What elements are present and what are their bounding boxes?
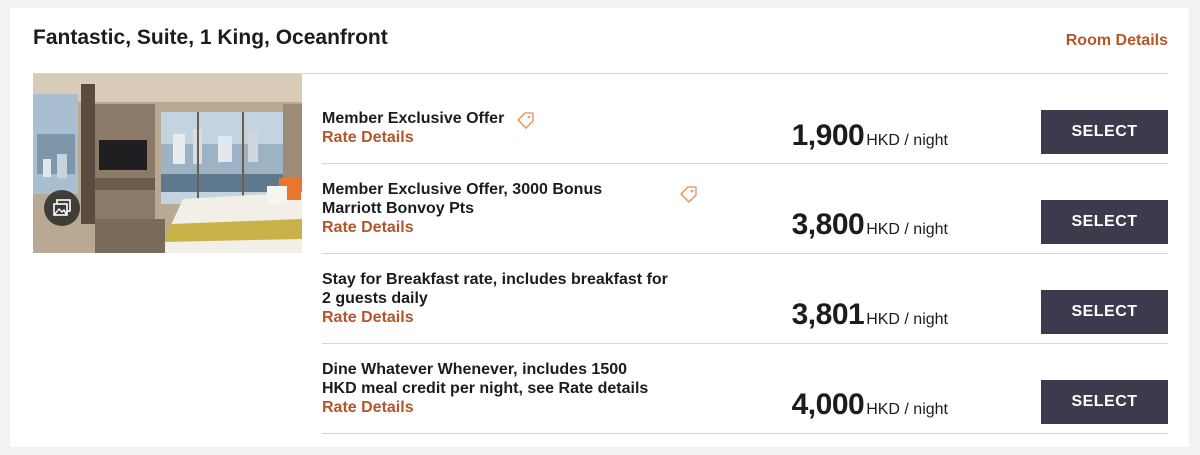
rate-info: Member Exclusive Offer Rate Details <box>322 109 692 147</box>
select-button[interactable]: SELECT <box>1041 380 1168 424</box>
price-amount: 3,800 <box>791 208 865 241</box>
tag-icon <box>680 186 697 203</box>
price-unit: HKD / night <box>866 132 948 149</box>
price-amount: 3,801 <box>791 298 865 331</box>
rate-name: Member Exclusive Offer, 3000 Bonus <box>322 181 603 198</box>
tag-icon <box>517 112 534 129</box>
rate-row: Member Exclusive Offer, 3000 Bonus Marri… <box>322 164 1168 254</box>
price-unit: HKD / night <box>866 401 948 418</box>
gallery-icon <box>53 199 71 216</box>
rate-name: Dine Whatever Whenever, includes 1500 <box>322 361 628 378</box>
rate-details-link[interactable]: Rate Details <box>322 398 692 417</box>
rate-row: Dine Whatever Whenever, includes 1500 HK… <box>322 344 1168 434</box>
room-title: Fantastic, Suite, 1 King, Oceanfront <box>33 26 388 49</box>
rate-name: HKD meal credit per night, see Rate deta… <box>322 380 649 397</box>
rate-name: 2 guests daily <box>322 290 428 307</box>
rate-row: Member Exclusive Offer Rate Details 1,90… <box>322 74 1168 164</box>
rate-info: Dine Whatever Whenever, includes 1500 HK… <box>322 360 692 417</box>
rate-price: 3,800 HKD / night <box>792 208 948 242</box>
rate-details-link[interactable]: Rate Details <box>322 128 692 147</box>
gallery-button[interactable] <box>44 190 80 226</box>
rate-details-link[interactable]: Rate Details <box>322 308 692 327</box>
room-photo-illustration <box>33 74 302 253</box>
rate-name: Member Exclusive Offer <box>322 110 505 127</box>
rate-name: Stay for Breakfast rate, includes breakf… <box>322 271 668 288</box>
select-button[interactable]: SELECT <box>1041 110 1168 154</box>
rate-details-link[interactable]: Rate Details <box>322 218 692 237</box>
rate-row: Stay for Breakfast rate, includes breakf… <box>322 254 1168 344</box>
room-details-link[interactable]: Room Details <box>1066 32 1168 50</box>
room-card: Fantastic, Suite, 1 King, Oceanfront Roo… <box>10 8 1189 447</box>
rate-price: 4,000 HKD / night <box>792 388 948 422</box>
price-amount: 4,000 <box>791 388 865 421</box>
select-button[interactable]: SELECT <box>1041 290 1168 334</box>
select-button[interactable]: SELECT <box>1041 200 1168 244</box>
rate-info: Stay for Breakfast rate, includes breakf… <box>322 270 692 327</box>
price-unit: HKD / night <box>866 311 948 328</box>
rate-price: 1,900 HKD / night <box>792 119 948 153</box>
rate-price: 3,801 HKD / night <box>792 298 948 332</box>
price-amount: 1,900 <box>791 119 865 152</box>
price-unit: HKD / night <box>866 221 948 238</box>
rate-list: Member Exclusive Offer Rate Details 1,90… <box>322 74 1168 434</box>
rate-info: Member Exclusive Offer, 3000 Bonus Marri… <box>322 180 692 237</box>
rate-name: Marriott Bonvoy Pts <box>322 200 475 217</box>
room-photo[interactable] <box>33 74 302 253</box>
